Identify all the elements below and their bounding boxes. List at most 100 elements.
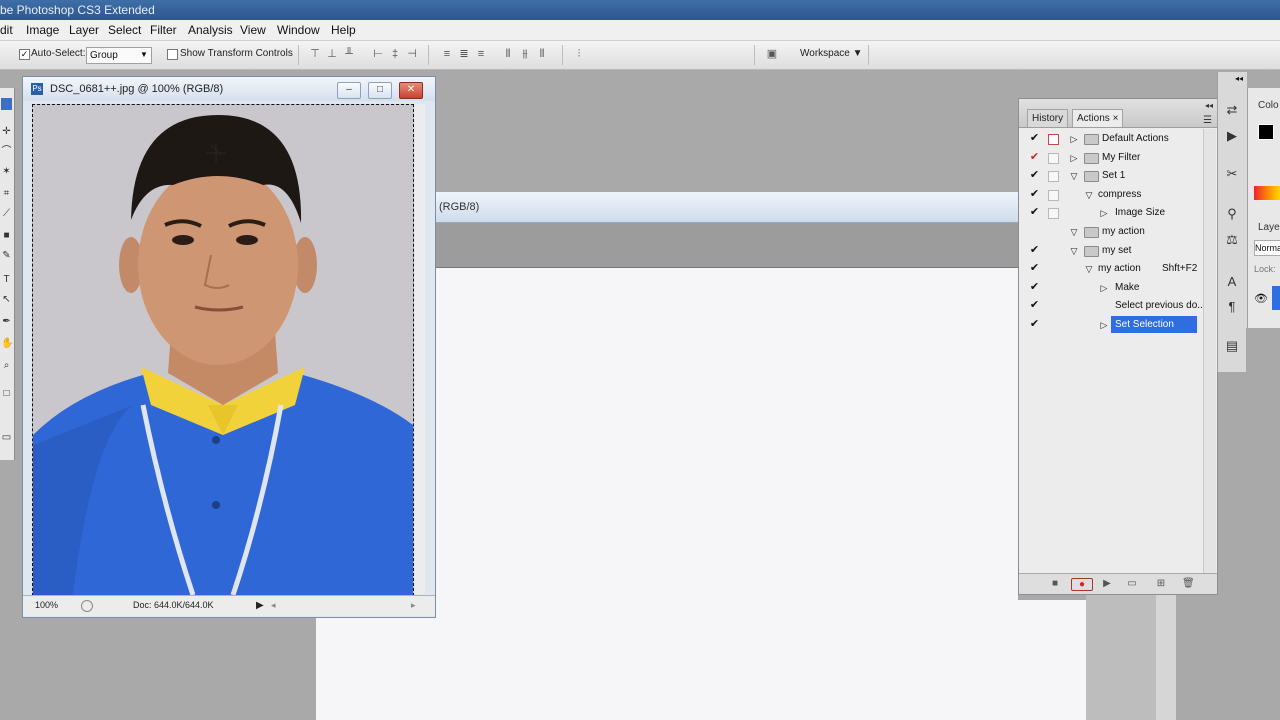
menu-analysis[interactable]: Analysis xyxy=(188,20,233,40)
dialog-toggle-icon[interactable] xyxy=(1048,152,1059,164)
action-row[interactable]: ✔ ▷ My Filter xyxy=(1019,149,1201,167)
action-row[interactable]: ✔ ▽ my set xyxy=(1019,242,1201,260)
delete-icon[interactable]: 🗑 xyxy=(1182,578,1195,589)
status-menu-icon[interactable] xyxy=(81,600,93,612)
toggle-check-icon[interactable]: ✔ xyxy=(1029,188,1040,200)
workspace-button[interactable]: Workspace ▼ xyxy=(800,48,863,59)
expand-down-icon[interactable]: ▽ xyxy=(1069,170,1079,182)
toggle-check-icon[interactable] xyxy=(1029,226,1040,237)
toggle-check-icon[interactable]: ✔ xyxy=(1029,263,1040,274)
toggle-check-icon[interactable]: ✔ xyxy=(1029,151,1040,163)
blend-mode-select[interactable]: Norma xyxy=(1254,240,1280,256)
move-tool-icon[interactable] xyxy=(1,98,12,110)
tab-history[interactable]: History xyxy=(1027,109,1069,127)
photo-canvas[interactable] xyxy=(32,104,414,596)
status-arrow-icon[interactable]: ▶ xyxy=(256,600,264,611)
auto-select-checkbox[interactable]: ✓ xyxy=(19,49,30,60)
tab-color[interactable]: Colo xyxy=(1258,100,1279,111)
magic-wand-tool-icon[interactable]: ✶ xyxy=(1,166,12,178)
action-row[interactable]: ▽ my action xyxy=(1019,223,1201,241)
distribute-hcenter-icon[interactable]: ⫵ xyxy=(518,48,532,60)
stop-icon[interactable]: ■ xyxy=(1049,578,1061,589)
action-row[interactable]: ✔ ▷ Default Actions xyxy=(1019,130,1201,148)
menu-select[interactable]: Select xyxy=(108,20,141,40)
close-icon[interactable]: × xyxy=(1113,113,1119,124)
expand-panels-icon[interactable]: ◂◂ xyxy=(1235,74,1243,83)
toggle-check-icon[interactable]: ✔ xyxy=(1029,170,1040,181)
dialog-toggle-icon[interactable] xyxy=(1048,189,1059,201)
brush-tool-icon[interactable]: ✎ xyxy=(1,250,12,262)
photo-vertical-scrollbar[interactable] xyxy=(415,104,425,594)
toggle-check-icon[interactable]: ✔ xyxy=(1029,300,1040,311)
expand-right-icon[interactable]: ▷ xyxy=(1069,133,1079,145)
scroll-right-icon[interactable]: ▸ xyxy=(411,600,416,611)
menu-view[interactable]: View xyxy=(240,20,266,40)
layer-thumbnail[interactable] xyxy=(1272,286,1280,310)
maximize-button[interactable]: □ xyxy=(368,82,392,99)
background-document-canvas[interactable] xyxy=(435,267,1018,653)
align-hcenter-icon[interactable]: ‡ xyxy=(388,48,402,60)
actions-scrollbar[interactable] xyxy=(1203,129,1216,573)
pen-tool-icon[interactable]: ✒ xyxy=(1,316,12,328)
action-row[interactable]: ✔ ▷ Image Size xyxy=(1019,204,1201,222)
toggle-check-icon[interactable]: ✔ xyxy=(1029,244,1040,256)
distribute-left-icon[interactable]: ⫴ xyxy=(501,48,515,60)
panel-menu-icon[interactable]: ☰ xyxy=(1203,115,1212,126)
type-tool-icon[interactable]: T xyxy=(1,274,12,286)
show-transform-checkbox[interactable] xyxy=(167,49,178,60)
tools-preset-icon[interactable]: ✂ xyxy=(1222,164,1242,184)
foreground-color-icon[interactable]: □ xyxy=(1,388,12,400)
action-row[interactable]: ✔ ▷ Make xyxy=(1019,279,1201,297)
toggle-check-icon[interactable]: ✔ xyxy=(1029,319,1040,330)
action-row[interactable]: ✔ ▽ Set 1 xyxy=(1019,167,1201,185)
menu-image[interactable]: Image xyxy=(26,20,59,40)
notes-icon[interactable]: ▤ xyxy=(1222,336,1242,356)
tab-layers[interactable]: Layer xyxy=(1258,222,1280,233)
distribute-right-icon[interactable]: ⫴ xyxy=(535,48,549,60)
minimize-button[interactable]: – xyxy=(337,82,361,99)
zoom-level[interactable]: 100% xyxy=(35,600,58,610)
action-row[interactable]: ✔ ▽ compress xyxy=(1019,186,1201,204)
hand-tool-icon[interactable]: ✋ xyxy=(1,338,13,350)
dialog-toggle-icon[interactable] xyxy=(1048,208,1059,220)
auto-align-icon[interactable]: ⫶ xyxy=(572,48,586,60)
expand-right-icon[interactable]: ▷ xyxy=(1099,282,1109,294)
workspace-icon[interactable]: ▣ xyxy=(762,48,782,60)
action-row[interactable]: ✔ Select previous do... xyxy=(1019,297,1206,315)
action-row[interactable]: ✔ ▷ Set Selection xyxy=(1019,316,1201,334)
align-bottom-icon[interactable]: ╨ xyxy=(342,48,356,60)
menu-edit[interactable]: dit xyxy=(0,20,13,40)
new-action-icon[interactable]: ⊞ xyxy=(1155,578,1167,589)
menu-help[interactable]: Help xyxy=(331,20,356,40)
photo-document-window[interactable]: Ps DSC_0681++.jpg @ 100% (RGB/8) – □ ✕ 1… xyxy=(22,76,436,618)
dialog-toggle-icon[interactable] xyxy=(1048,134,1059,145)
foreground-swatch[interactable] xyxy=(1258,124,1274,140)
action-row[interactable]: ✔ ▽ my action Shft+F2 xyxy=(1019,260,1201,278)
expand-right-icon[interactable]: ▷ xyxy=(1099,319,1109,331)
slice-tool-icon[interactable]: ⟋ xyxy=(1,208,12,220)
play-icon[interactable]: ▶ xyxy=(1101,578,1113,589)
histogram-icon[interactable]: ▶ xyxy=(1222,126,1242,146)
marquee-tool-icon[interactable]: ✛ xyxy=(1,126,12,138)
zoom-tool-icon[interactable]: ⌕ xyxy=(1,360,12,372)
photo-document-title-bar[interactable]: Ps DSC_0681++.jpg @ 100% (RGB/8) – □ ✕ xyxy=(23,77,435,101)
expand-down-icon[interactable]: ▽ xyxy=(1069,226,1079,238)
align-right-icon[interactable]: ⊣ xyxy=(405,48,419,60)
character-icon[interactable]: A xyxy=(1222,272,1242,292)
tab-actions[interactable]: Actions × xyxy=(1072,109,1124,127)
collapse-panel-icon[interactable]: ◂◂ xyxy=(1205,101,1213,110)
toggle-check-icon[interactable]: ✔ xyxy=(1029,281,1040,293)
align-top-icon[interactable]: ⊤ xyxy=(308,48,322,60)
expand-right-icon[interactable]: ▷ xyxy=(1069,152,1079,164)
menu-layer[interactable]: Layer xyxy=(69,20,99,40)
group-dropdown[interactable]: Group ▼ xyxy=(86,47,152,64)
expand-down-icon[interactable]: ▽ xyxy=(1084,189,1094,201)
distribute-vcenter-icon[interactable]: ≣ xyxy=(457,48,471,60)
brushes-icon[interactable]: ⚲ xyxy=(1222,204,1242,224)
record-icon[interactable]: ● xyxy=(1071,578,1093,591)
healing-tool-icon[interactable]: ■ xyxy=(1,230,12,242)
color-ramp[interactable] xyxy=(1254,186,1280,200)
background-document-title-bar[interactable]: (RGB/8) xyxy=(435,192,1018,223)
path-tool-icon[interactable]: ↖ xyxy=(1,294,12,306)
distribute-bottom-icon[interactable]: ≡ xyxy=(474,48,488,60)
